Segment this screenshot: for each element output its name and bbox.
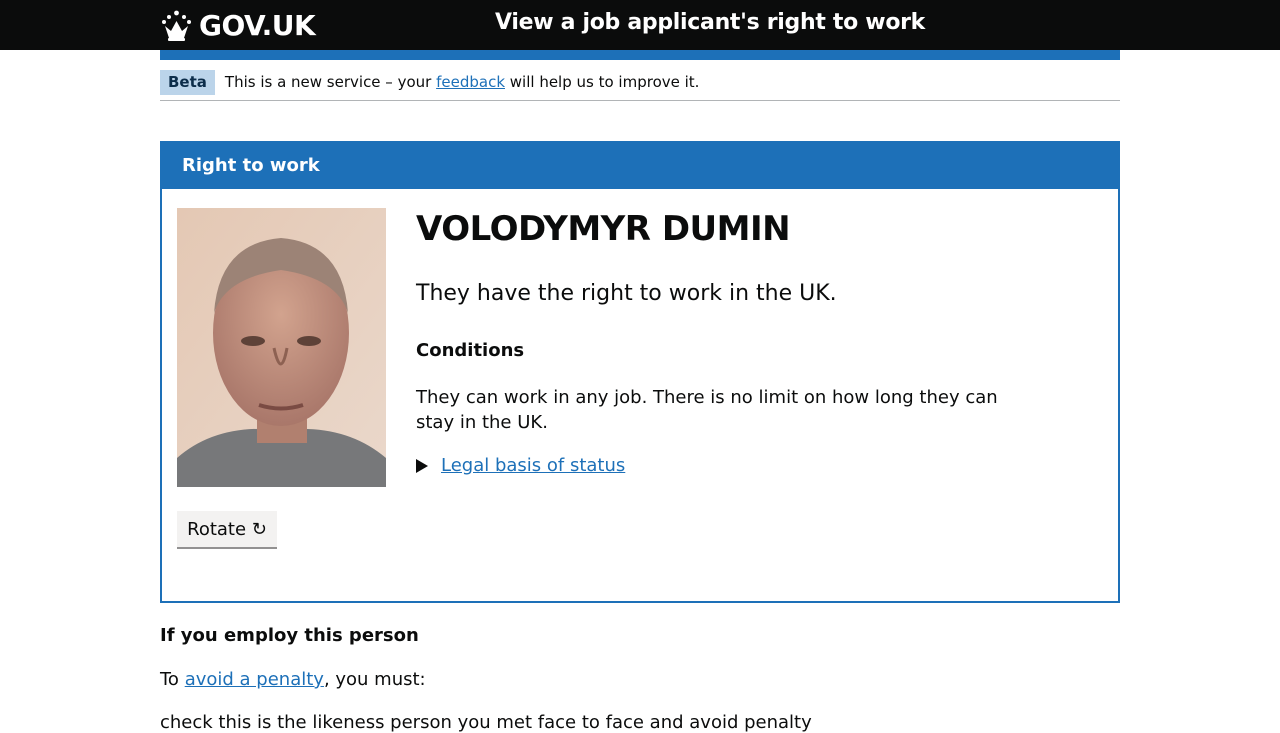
avoid-penalty-link[interactable]: avoid a penalty bbox=[185, 669, 324, 690]
legal-basis-link[interactable]: Legal basis of status bbox=[441, 455, 625, 476]
applicant-photo-image bbox=[177, 208, 386, 487]
header-accent-bar bbox=[160, 50, 1120, 60]
penalty-text-after: , you must: bbox=[323, 669, 426, 690]
phase-banner-text: This is a new service – your feedback wi… bbox=[225, 73, 700, 91]
card-heading: Right to work bbox=[162, 143, 1118, 189]
govuk-logo-text: GOV.UK bbox=[199, 8, 316, 42]
applicant-name: VOLODYMYR DUMIN bbox=[416, 209, 791, 249]
service-name-link[interactable]: View a job applicant's right to work bbox=[495, 10, 925, 35]
penalty-paragraph: To avoid a penalty, you must: bbox=[160, 669, 426, 690]
phase-text-before: This is a new service – your bbox=[224, 73, 432, 91]
phase-banner: Beta This is a new service – your feedba… bbox=[160, 68, 1120, 101]
crown-icon bbox=[162, 10, 191, 41]
govuk-header: GOV.UK View a job applicant's right to w… bbox=[0, 0, 1280, 50]
conditions-text: They can work in any job. There is no li… bbox=[416, 387, 998, 433]
employ-heading: If you employ this person bbox=[160, 625, 419, 646]
rotate-button[interactable]: Rotate ↻ bbox=[177, 511, 277, 549]
right-to-work-status: They have the right to work in the UK. bbox=[416, 281, 837, 306]
right-to-work-card: Right to work Rotate ↻ VOLODYMYR DUMIN T… bbox=[160, 141, 1120, 603]
cut-off-list-item: check this is the likeness person you me… bbox=[160, 712, 812, 733]
expand-triangle-icon bbox=[416, 458, 428, 473]
beta-tag: Beta bbox=[160, 69, 215, 95]
penalty-text-before: To bbox=[160, 669, 179, 690]
feedback-link[interactable]: feedback bbox=[436, 73, 505, 91]
govuk-logo-link[interactable]: GOV.UK bbox=[160, 6, 316, 44]
phase-text-after: will help us to improve it. bbox=[509, 73, 700, 91]
conditions-heading: Conditions bbox=[416, 340, 525, 361]
legal-basis-details[interactable]: Legal basis of status bbox=[416, 455, 625, 476]
applicant-photo bbox=[177, 208, 386, 487]
